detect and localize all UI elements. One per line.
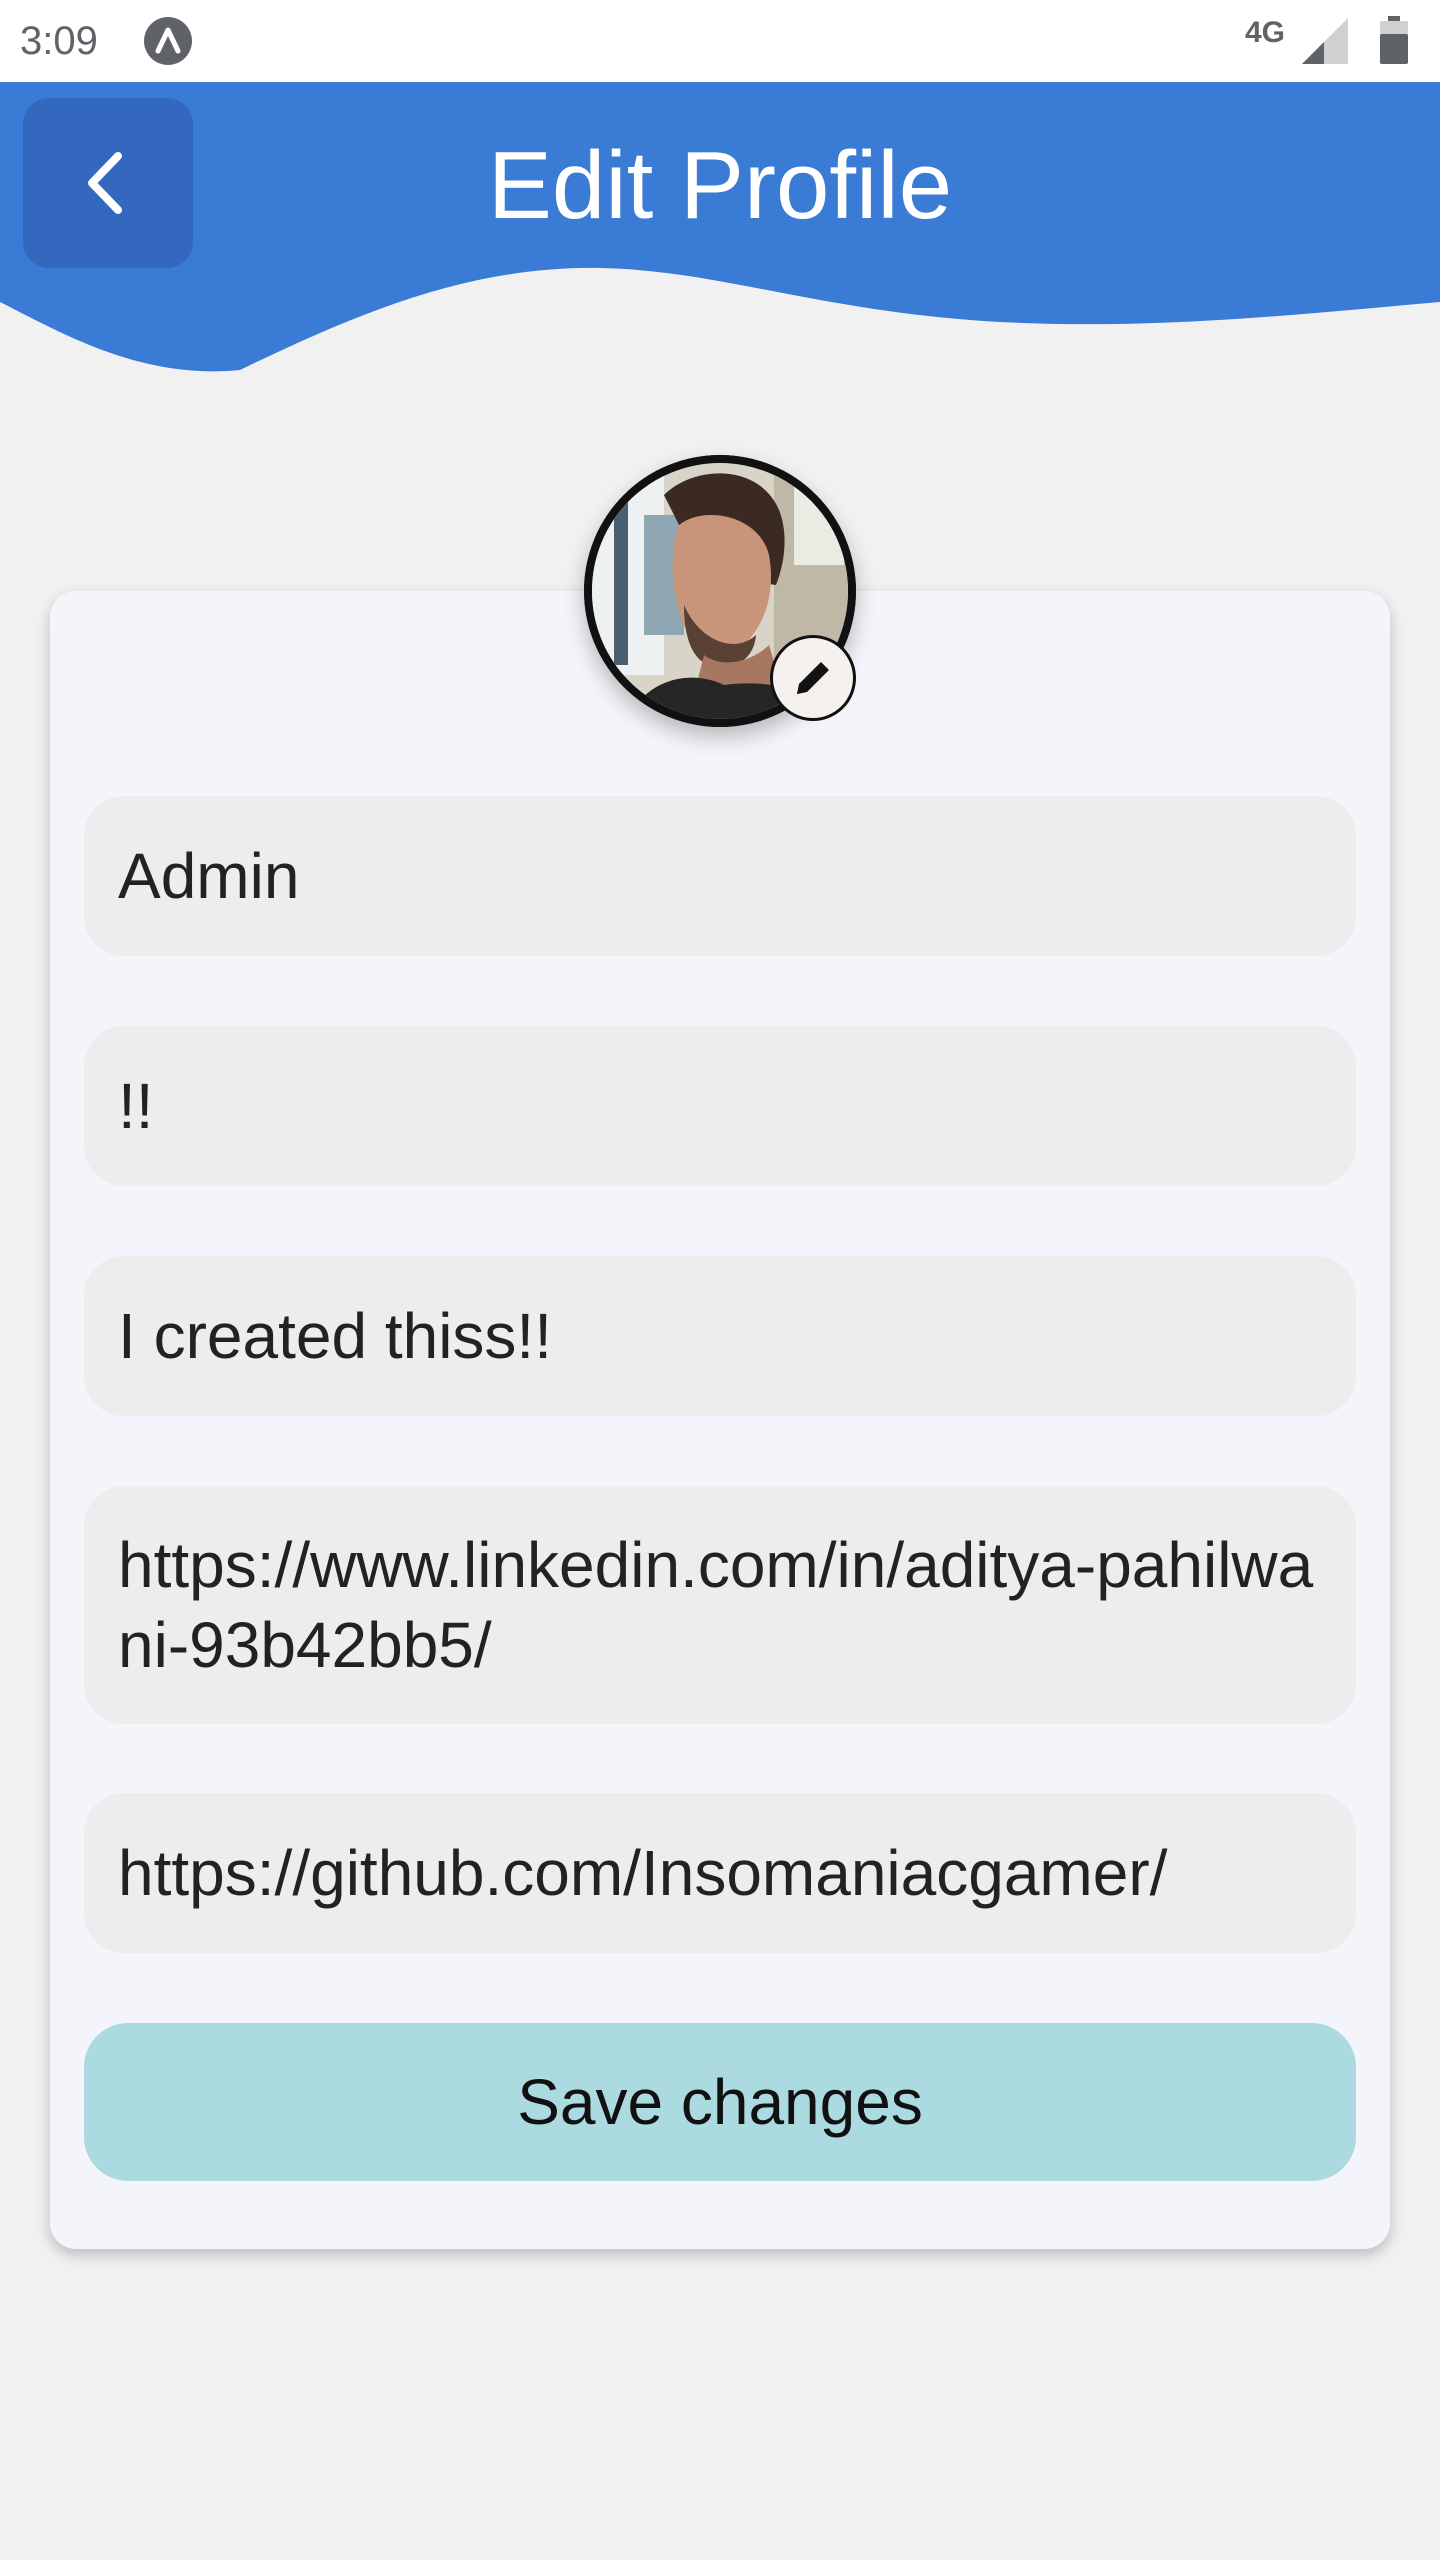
signal-icon (1302, 18, 1348, 64)
network-type: 4G (1245, 16, 1286, 49)
linkedin-input-value: https://www.linkedin.com/in/aditya-pahil… (118, 1529, 1314, 1681)
page-title: Edit Profile (487, 132, 953, 239)
status-input-value: !! (118, 1070, 154, 1142)
pencil-icon (797, 662, 829, 694)
github-input-value: https://github.com/Insomaniacgamer/ (118, 1837, 1168, 1909)
name-input-value: Admin (118, 840, 300, 912)
edit-avatar-button[interactable] (770, 635, 856, 721)
status-input[interactable]: !! (84, 1026, 1356, 1186)
status-time: 3:09 (20, 19, 98, 63)
github-input[interactable]: https://github.com/Insomaniacgamer/ (84, 1793, 1356, 1953)
linkedin-input[interactable]: https://www.linkedin.com/in/aditya-pahil… (84, 1486, 1356, 1724)
android-studio-icon (144, 17, 192, 65)
name-input[interactable]: Admin (84, 796, 1356, 956)
edit-profile-screen: 3:09 4G Edit Profile Admin !! I created … (0, 0, 1440, 2560)
bio-input-value: I created thiss!! (118, 1300, 552, 1372)
save-changes-label: Save changes (517, 2066, 923, 2138)
save-changes-button[interactable]: Save changes (84, 2023, 1356, 2181)
bio-input[interactable]: I created thiss!! (84, 1256, 1356, 1416)
status-bar: 3:09 4G (0, 0, 1440, 82)
battery-icon (1380, 16, 1408, 64)
